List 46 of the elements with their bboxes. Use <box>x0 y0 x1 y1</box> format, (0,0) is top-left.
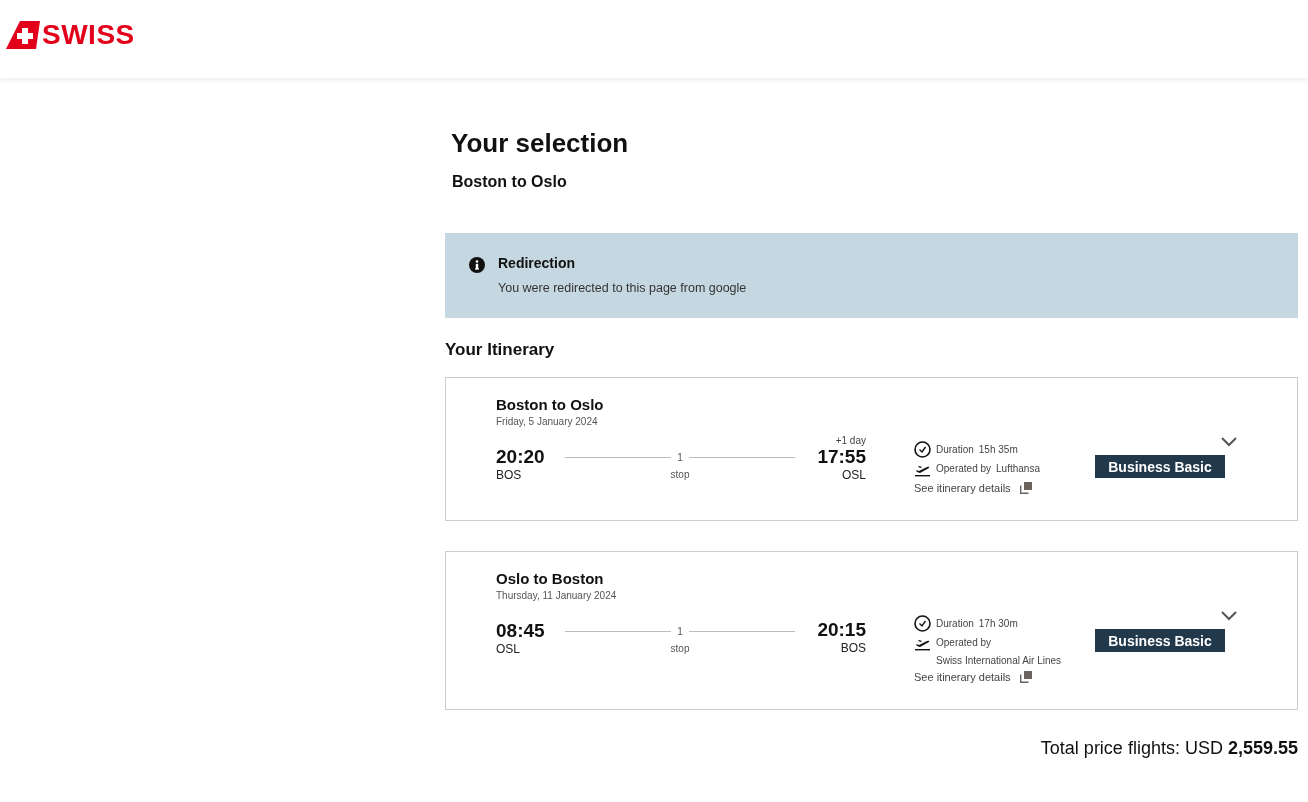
fare-button[interactable]: Business Basic <box>1095 455 1225 478</box>
total-price: Total price flights: USD 2,559.55 <box>1039 738 1298 759</box>
chevron-icon[interactable] <box>1221 437 1237 447</box>
itinerary-details-link[interactable]: See itinerary details <box>914 671 1011 683</box>
operated-by-label: Operated by <box>936 637 992 648</box>
notice-message: You were redirected to this page from google <box>498 281 747 295</box>
stop-label: stop <box>669 469 691 480</box>
stop-count: 1 <box>677 452 683 463</box>
page-title: Your selection <box>451 128 630 159</box>
fare-button[interactable]: Business Basic <box>1095 629 1225 652</box>
day-offset: +1 day <box>835 435 866 446</box>
flight-route: Oslo to Boston <box>496 570 605 587</box>
stop-count: 1 <box>677 626 683 637</box>
departure-time: 08:45 <box>496 620 546 642</box>
info-icon <box>469 257 485 273</box>
chevron-icon[interactable] <box>1221 611 1237 621</box>
tail-cross-icon <box>6 21 40 49</box>
arrival-time: 20:15 <box>817 619 866 641</box>
duration-label: Duration <box>936 444 974 455</box>
plane-takeoff-icon <box>914 637 931 651</box>
clock-icon <box>914 615 931 632</box>
flight-route: Boston to Oslo <box>496 396 605 413</box>
duration-label: Duration <box>936 618 974 629</box>
plane-takeoff-icon <box>914 463 931 477</box>
carrier-name: Swiss International Air Lines <box>936 655 1062 666</box>
itinerary-details-link[interactable]: See itinerary details <box>914 482 1011 494</box>
duration-value: 17h 30m <box>978 618 1018 629</box>
arrival-airport: BOS <box>840 641 866 655</box>
clock-icon <box>914 441 931 458</box>
arrival-airport: OSL <box>842 468 866 482</box>
carrier-name: Lufthansa <box>996 463 1040 474</box>
departure-time: 20:20 <box>496 446 546 468</box>
external-window-icon[interactable] <box>1019 482 1032 494</box>
flight-date: Friday, 5 January 2024 <box>496 416 599 427</box>
departure-airport: BOS <box>496 468 523 482</box>
operated-by-label: Operated by <box>936 463 992 474</box>
arrival-time: 17:55 <box>817 446 866 468</box>
section-heading: Your Itinerary <box>445 340 556 360</box>
stop-label: stop <box>669 643 691 654</box>
external-window-icon[interactable] <box>1019 671 1032 683</box>
departure-airport: OSL <box>496 642 521 656</box>
duration-value: 15h 35m <box>978 444 1018 455</box>
notice-title: Redirection <box>498 255 576 271</box>
route-subtitle: Boston to Oslo <box>452 173 568 191</box>
logo-wordmark[interactable]: SWISS <box>42 19 135 51</box>
flight-date: Thursday, 11 January 2024 <box>496 590 618 601</box>
